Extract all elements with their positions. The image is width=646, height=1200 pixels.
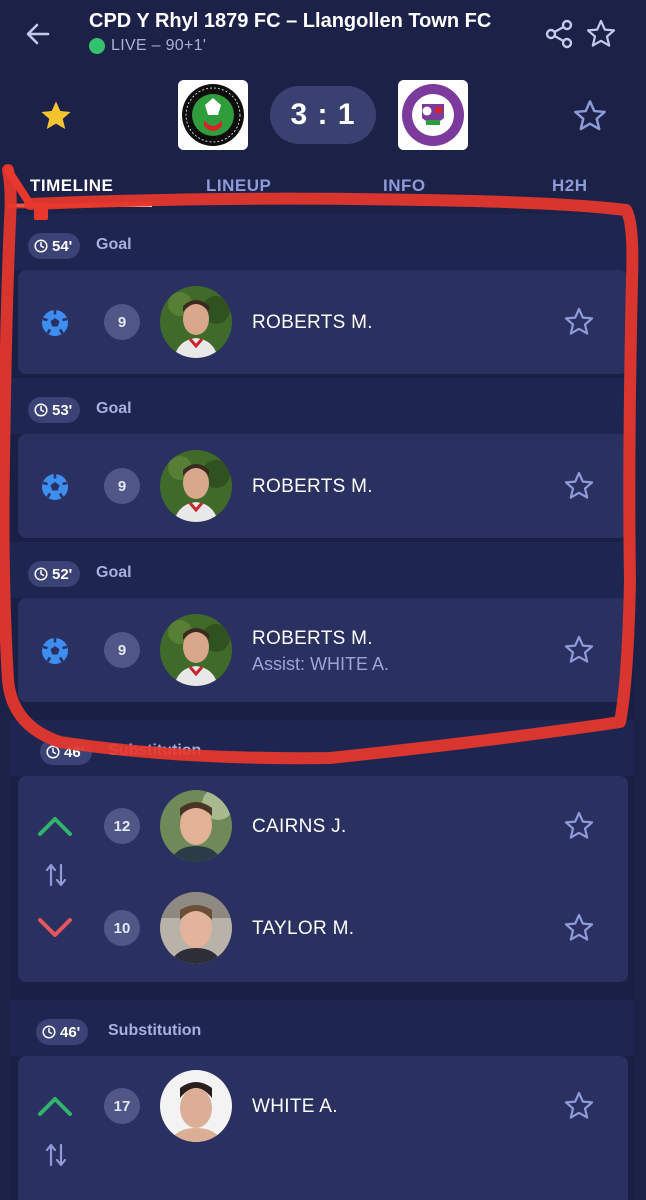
minute-badge: 52'	[28, 561, 81, 587]
clock-icon	[42, 1025, 56, 1039]
shirt-number: 17	[104, 1088, 140, 1124]
shirt-number: 9	[104, 632, 140, 668]
timeline-event: 46' Substitution 12 CAIRNS J. 10 TAYLOR …	[10, 720, 634, 992]
minute-badge: 53'	[28, 397, 81, 423]
event-header: 46' Substitution	[10, 720, 634, 776]
player-row-in[interactable]: 17 WHITE A.	[18, 1056, 628, 1156]
player-name[interactable]: ROBERTS M.	[252, 476, 373, 498]
home-team-favorite-star-icon[interactable]	[38, 98, 74, 134]
player-row[interactable]: 9 ROBERTS M. Assist: WHITE A.	[18, 600, 628, 700]
event-card[interactable]: 17 WHITE A.	[18, 1056, 628, 1200]
score: 3 : 1	[270, 86, 376, 144]
shirt-number: 9	[104, 468, 140, 504]
match-title: CPD Y Rhyl 1879 FC – Llangollen Town FC	[89, 10, 492, 32]
swap-arrows-icon	[45, 1143, 67, 1167]
event-minute: 46'	[60, 1023, 81, 1041]
player-avatar	[160, 1070, 232, 1142]
shirt-number: 10	[104, 910, 140, 946]
rhyl-crest-icon	[178, 80, 248, 150]
player-avatar	[160, 790, 232, 862]
tab-h2h[interactable]: H2H	[552, 176, 588, 196]
event-card[interactable]: 9 ROBERTS M.	[18, 434, 628, 538]
player-name[interactable]: ROBERTS M.	[252, 312, 373, 334]
player-name[interactable]: TAYLOR M.	[252, 918, 354, 940]
live-dot-icon	[89, 38, 105, 54]
event-header: 46' Substitution	[10, 1000, 634, 1056]
timeline-event: 54' Goal 9 ROBERTS M.	[10, 214, 634, 378]
tab-timeline[interactable]: TIMELINE	[30, 176, 113, 196]
player-name[interactable]: CAIRNS J.	[252, 816, 347, 838]
timeline-event: 52' Goal 9 ROBERTS M. Assist: WHITE A.	[10, 542, 634, 706]
event-card[interactable]: 12 CAIRNS J. 10 TAYLOR M.	[18, 776, 628, 982]
chevron-up-icon	[38, 817, 72, 836]
minute-badge: 54'	[28, 233, 81, 259]
chevron-up-icon	[38, 1097, 72, 1116]
star-icon[interactable]	[563, 1090, 595, 1122]
chevron-down-icon	[38, 918, 72, 937]
favorite-match-star-icon[interactable]	[585, 18, 617, 50]
soccer-ball-icon	[42, 638, 68, 664]
star-icon[interactable]	[563, 912, 595, 944]
event-card[interactable]: 9 ROBERTS M.	[18, 270, 628, 374]
player-avatar	[160, 614, 232, 686]
event-type: Substitution	[108, 742, 202, 759]
away-team-crest[interactable]	[398, 80, 468, 150]
soccer-ball-icon	[42, 474, 68, 500]
clock-icon	[34, 403, 48, 417]
back-arrow-icon[interactable]	[22, 18, 54, 50]
event-minute: 46'	[64, 743, 85, 761]
minute-badge: 46'	[36, 1019, 89, 1045]
timeline-event: 46' Substitution 17 WHITE A.	[10, 1000, 634, 1200]
clock-icon	[34, 567, 48, 581]
event-header: 52' Goal	[10, 542, 634, 598]
player-name[interactable]: ROBERTS M.	[252, 628, 373, 650]
tab-lineup[interactable]: LINEUP	[206, 176, 271, 196]
event-type: Goal	[96, 564, 132, 581]
event-header: 53' Goal	[10, 378, 634, 434]
clock-icon	[34, 239, 48, 253]
star-icon[interactable]	[563, 306, 595, 338]
event-header: 54' Goal	[10, 214, 634, 270]
active-tab-indicator	[10, 204, 152, 207]
score-bar: 3 : 1	[0, 68, 646, 168]
event-type: Substitution	[108, 1022, 202, 1039]
top-bar: CPD Y Rhyl 1879 FC – Llangollen Town FC …	[0, 0, 646, 68]
event-minute: 53'	[52, 401, 73, 419]
event-minute: 54'	[52, 237, 73, 255]
player-row-out[interactable]: 10 TAYLOR M.	[18, 878, 628, 978]
player-row[interactable]: 9 ROBERTS M.	[18, 272, 628, 372]
soccer-ball-icon	[42, 310, 68, 336]
event-card[interactable]: 9 ROBERTS M. Assist: WHITE A.	[18, 598, 628, 702]
tab-bar: TIMELINE LINEUP INFO H2H	[0, 168, 646, 214]
shirt-number: 9	[104, 304, 140, 340]
away-team-favorite-star-icon[interactable]	[572, 98, 608, 134]
player-avatar	[160, 450, 232, 522]
player-row-in[interactable]: 12 CAIRNS J.	[18, 776, 628, 876]
assist-text: Assist: WHITE A.	[252, 654, 390, 674]
player-row[interactable]: 9 ROBERTS M.	[18, 436, 628, 536]
share-icon[interactable]	[543, 18, 575, 50]
minute-badge: 46'	[40, 739, 93, 765]
event-minute: 52'	[52, 565, 73, 583]
shirt-number: 12	[104, 808, 140, 844]
star-icon[interactable]	[563, 810, 595, 842]
tab-info[interactable]: INFO	[383, 176, 426, 196]
player-avatar	[160, 286, 232, 358]
star-icon[interactable]	[563, 634, 595, 666]
player-name[interactable]: WHITE A.	[252, 1096, 338, 1118]
event-type: Goal	[96, 236, 132, 253]
player-avatar	[160, 892, 232, 964]
timeline-list: 54' Goal 9 ROBERTS M. 53' Goal 9 ROBERTS…	[10, 214, 634, 1200]
home-team-crest[interactable]	[178, 80, 248, 150]
timeline-event: 53' Goal 9 ROBERTS M.	[10, 378, 634, 542]
clock-icon	[46, 745, 60, 759]
live-status: LIVE – 90+1'	[89, 37, 206, 55]
event-type: Goal	[96, 400, 132, 417]
llangollen-crest-icon	[398, 80, 468, 150]
star-icon[interactable]	[563, 470, 595, 502]
live-status-text: LIVE – 90+1'	[111, 37, 207, 54]
